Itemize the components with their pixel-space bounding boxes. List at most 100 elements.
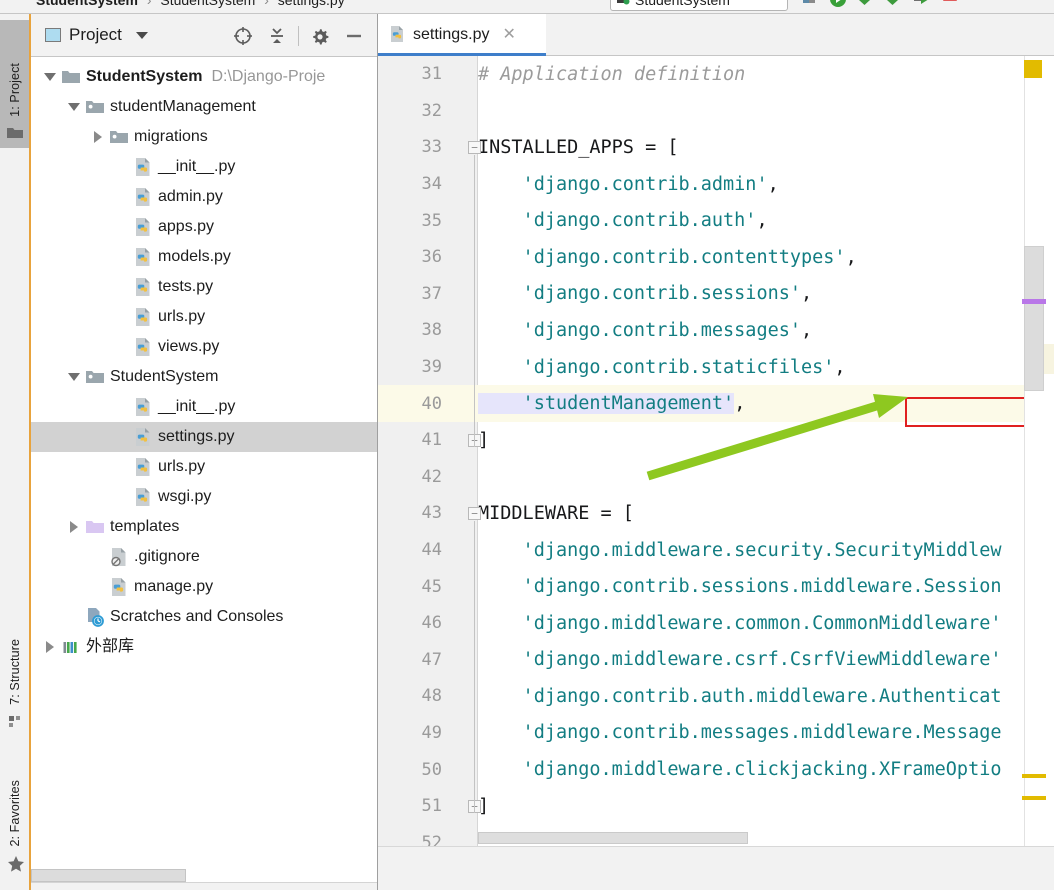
tree-item-urls-py[interactable]: urls.py [31,302,377,332]
line-number: 45 [421,576,442,597]
step-over-icon[interactable] [884,0,904,9]
close-icon[interactable]: ✕ [502,27,515,43]
code-text: 'django.middleware.security.SecurityMidd… [478,539,1002,561]
project-panel-hscrollbar[interactable] [31,869,377,882]
vertical-scrollbar-thumb[interactable] [1024,246,1044,391]
breadcrumb-item-1[interactable]: StudentSystem [160,0,255,8]
project-tree[interactable]: StudentSystem D:\Django-Proje studentManag… [31,57,377,857]
gear-icon[interactable] [303,19,337,53]
code-token: 'django.contrib.staticfiles' [478,356,835,378]
tree-item-label: StudentSystem [110,368,219,385]
fold-collapse-icon[interactable]: − [468,507,481,520]
python-file-icon [133,487,153,507]
tree-item-migrations[interactable]: migrations [31,122,377,152]
code-token: 'django.contrib.messages.middleware.Mess… [478,722,1002,744]
debug-icon[interactable] [856,0,876,9]
editor-marker-gutter[interactable] [1022,56,1054,890]
breadcrumb-separator: › [264,0,269,8]
hide-icon[interactable] [337,19,371,53]
code-text: 'django.contrib.messages', [478,319,813,341]
chevron-collapsed-icon[interactable] [39,641,61,653]
tree-item-apps-py[interactable]: apps.py [31,212,377,242]
tree-item-models-py[interactable]: models.py [31,242,377,272]
scrollbar-thumb[interactable] [31,869,186,882]
tree-item--[interactable]: 外部库 [31,632,377,662]
chevron-collapsed-icon[interactable] [63,521,85,533]
tree-item-wsgi-py[interactable]: wsgi.py [31,482,377,512]
code-token: 'django.middleware.csrf.CsrfViewMiddlewa… [478,649,1002,671]
editor-hscrollbar[interactable] [478,832,1054,844]
tree-item-scratches-and-consoles[interactable]: Scratches and Consoles [31,602,377,632]
code-token: 'django.contrib.sessions.middleware.Sess… [478,576,1002,598]
pycharm-window: StudentSystem › StudentSystem › settings… [0,0,1054,890]
chevron-collapsed-icon[interactable] [87,131,109,143]
folder-icon [6,124,24,142]
tree-item--gitignore[interactable]: .gitignore [31,542,377,572]
chevron-expanded-icon[interactable] [39,73,61,81]
stop-icon[interactable] [940,0,960,9]
code-token: , [834,356,846,378]
code-token: 'django.contrib.messages' [478,319,802,341]
tree-item-studentmanagement[interactable]: studentManagement [31,92,377,122]
sidebar-item-project[interactable]: 1: Project [0,20,30,148]
breadcrumb-separator: › [146,0,152,8]
marker-caret-position[interactable] [1022,299,1046,304]
code-token: , [756,210,768,232]
tree-item-urls-py[interactable]: urls.py [31,452,377,482]
chevron-expanded-icon[interactable] [63,103,85,111]
line-number: 41 [421,430,442,451]
project-panel-title-group[interactable]: Project [45,25,148,45]
code-text: 'django.middleware.csrf.CsrfViewMiddlewa… [478,649,1002,671]
breadcrumb-item-0[interactable]: StudentSystem [36,0,138,8]
breadcrumb-item-2[interactable]: settings.py [278,0,345,8]
tree-item-manage-py[interactable]: manage.py [31,572,377,602]
code-token: , [734,393,746,415]
tree-item-studentsystem[interactable]: StudentSystem [31,362,377,392]
tree-item-label: views.py [158,338,220,355]
line-number: 37 [421,283,442,304]
collapse-all-icon[interactable] [260,19,294,53]
line-number: 31 [421,64,442,85]
code-token: , [801,319,813,341]
tree-item-templates[interactable]: templates [31,512,377,542]
fold-region-line [474,520,475,814]
select-opened-file-icon[interactable] [226,19,260,53]
python-file-icon [133,457,153,477]
tree-item-views-py[interactable]: views.py [31,332,377,362]
tree-item-studentsystem[interactable]: StudentSystem D:\Django-Proje [31,62,377,92]
code-token: 'django.middleware.security.SecurityMidd… [478,539,1002,561]
tree-item--init-py[interactable]: __init__.py [31,152,377,182]
code-editor[interactable]: 31 # Application definition 32 33 INSTALLED_… [378,56,1054,890]
chevron-expanded-icon[interactable] [63,373,85,381]
tree-item-tests-py[interactable]: tests.py [31,272,377,302]
tree-item-label: __init__.py [158,398,236,415]
sidebar-item-structure-label: 7: Structure [8,639,22,705]
run-icon[interactable] [828,0,848,9]
fold-collapse-icon[interactable]: − [468,141,481,154]
code-token-selected: 'studentManagement' [478,393,735,415]
build-icon[interactable] [800,0,820,9]
run-with-coverage-icon[interactable] [912,0,932,9]
code-folding-column[interactable]: −−−−− [468,56,486,890]
tree-item-label: .gitignore [134,548,200,565]
marker-top-warning[interactable] [1024,60,1042,78]
toolbar-divider [298,25,299,46]
code-token: 'django.contrib.admin' [478,173,768,195]
line-number: 33 [421,137,442,158]
tree-item-admin-py[interactable]: admin.py [31,182,377,212]
tab-settings-py[interactable]: settings.py ✕ [378,14,546,56]
marker-warning-1[interactable] [1022,774,1046,778]
sidebar-item-favorites[interactable]: 2: Favorites [0,744,30,878]
tree-item--init-py[interactable]: __init__.py [31,392,377,422]
run-configuration-selector[interactable]: StudentSystem [610,0,788,11]
tree-item-settings-py[interactable]: settings.py [31,422,377,452]
code-token: MIDDLEWARE = [ [478,502,634,524]
sidebar-item-structure[interactable]: 7: Structure [0,606,30,736]
chevron-down-icon[interactable] [135,31,148,39]
structure-icon [6,712,24,730]
scrollbar-thumb[interactable] [478,832,748,844]
tree-item-label: migrations [134,128,208,145]
tree-item-label: settings.py [158,428,235,445]
code-text: 'django.contrib.auth', [478,210,768,231]
marker-warning-2[interactable] [1022,796,1046,800]
